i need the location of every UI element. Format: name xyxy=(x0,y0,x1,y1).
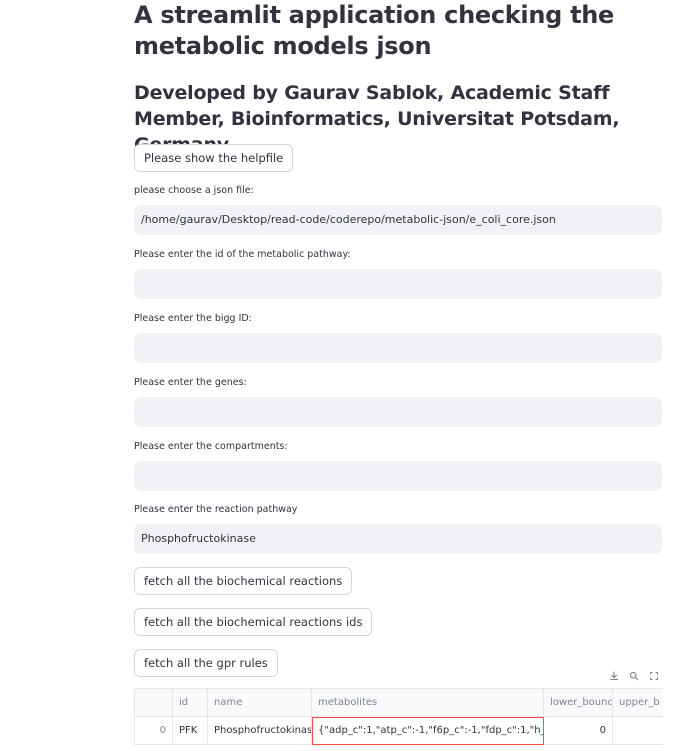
column-header-index xyxy=(135,689,173,717)
compartments-label: Please enter the compartments: xyxy=(134,441,288,452)
pathway-id-input[interactable] xyxy=(134,269,662,299)
search-icon[interactable] xyxy=(627,669,641,683)
table-header-row: id name metabolites lower_bound upper_b xyxy=(135,689,663,717)
cell-id[interactable]: PFK xyxy=(173,717,208,745)
app-page: A streamlit application checking the met… xyxy=(0,0,683,751)
json-file-label: please choose a json file: xyxy=(134,185,254,196)
fetch-reactions-button[interactable]: fetch all the biochemical reactions xyxy=(134,567,353,595)
compartments-input[interactable] xyxy=(134,461,662,491)
row-index: 0 xyxy=(135,717,173,745)
genes-label: Please enter the genes: xyxy=(134,377,247,388)
cell-upper-bound[interactable] xyxy=(613,717,663,745)
column-header-name[interactable]: name xyxy=(208,689,312,717)
cell-metabolites[interactable]: {"adp_c":1,"atp_c":-1,"f6p_c":-1,"fdp_c"… xyxy=(312,717,544,745)
fetch-reaction-ids-button[interactable]: fetch all the biochemical reactions ids xyxy=(134,608,373,636)
reactions-dataframe[interactable]: id name metabolites lower_bound upper_b … xyxy=(134,688,663,745)
column-header-upper-bound[interactable]: upper_b xyxy=(613,689,663,717)
page-title: A streamlit application checking the met… xyxy=(134,1,615,60)
fetch-gpr-rules-button[interactable]: fetch all the gpr rules xyxy=(134,649,278,677)
genes-input[interactable] xyxy=(134,397,662,427)
table-row: 0 PFK Phosphofructokinase {"adp_c":1,"at… xyxy=(135,717,663,745)
bigg-id-label: Please enter the bigg ID: xyxy=(134,313,252,324)
json-file-input[interactable]: /home/gaurav/Desktop/read-code/coderepo/… xyxy=(134,205,662,235)
dataframe-toolbar xyxy=(604,666,664,686)
show-helpfile-button[interactable]: Please show the helpfile xyxy=(134,144,294,172)
column-header-lower-bound[interactable]: lower_bound xyxy=(544,689,613,717)
fullscreen-icon[interactable] xyxy=(647,669,661,683)
column-header-id[interactable]: id xyxy=(173,689,208,717)
cell-name[interactable]: Phosphofructokinase xyxy=(208,717,312,745)
cell-lower-bound[interactable]: 0 xyxy=(544,717,613,745)
reaction-pathway-label: Please enter the reaction pathway xyxy=(134,504,298,515)
column-header-metabolites[interactable]: metabolites xyxy=(312,689,544,717)
reaction-pathway-input[interactable]: Phosphofructokinase xyxy=(134,524,662,554)
pathway-id-label: Please enter the id of the metabolic pat… xyxy=(134,249,351,260)
bigg-id-input[interactable] xyxy=(134,333,662,363)
download-icon[interactable] xyxy=(607,669,621,683)
